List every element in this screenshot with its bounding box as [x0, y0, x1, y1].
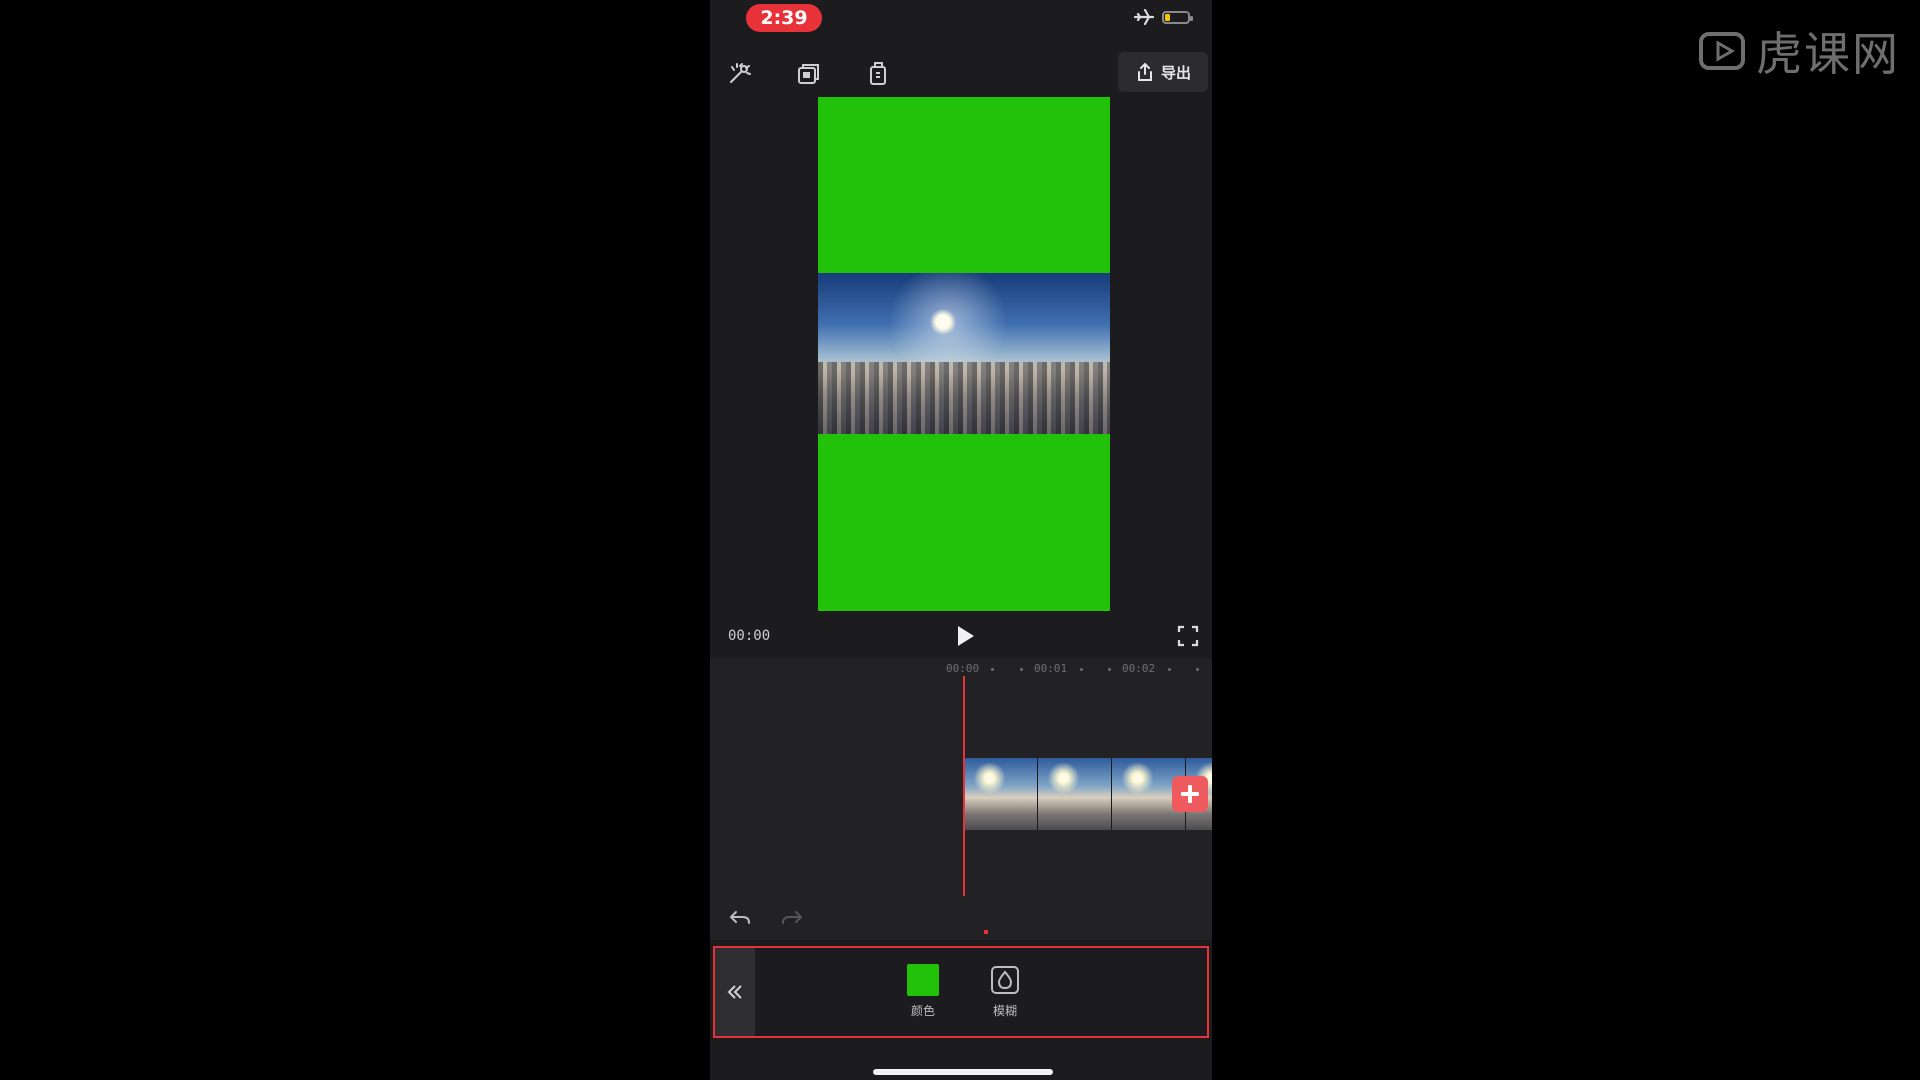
marker-dot: [984, 930, 988, 934]
green-color-swatch: [907, 964, 939, 996]
timeline-ruler: 00:00 00:01 00:02: [710, 658, 1212, 678]
double-chevron-left-icon: [727, 985, 742, 999]
crop-button[interactable]: [860, 56, 896, 92]
status-time: 2:39: [746, 4, 822, 32]
redo-icon[interactable]: [780, 908, 804, 928]
color-tool-button[interactable]: 颜色: [899, 964, 947, 1024]
screen: 虎课网 2:39 导出 00:00 00:00 00:01 00:02 颜色 模…: [0, 0, 1920, 1080]
ruler-dot: [1196, 668, 1199, 671]
color-tool-label: 颜色: [910, 1004, 935, 1018]
export-label: 导出: [1160, 63, 1191, 82]
clip-thumbnail: [1038, 758, 1112, 830]
airplane-mode-icon: [1134, 9, 1154, 25]
canvas-frame-icon: [798, 64, 819, 84]
status-bar: 2:39: [710, 0, 1212, 40]
blur-tool-label: 模糊: [992, 1004, 1017, 1018]
ruler-dot: [1080, 668, 1083, 671]
add-clip-button[interactable]: [1172, 776, 1208, 812]
watermark-logo-icon: [1699, 32, 1745, 70]
auto-enhance-button[interactable]: [722, 56, 758, 92]
ruler-label: 00:01: [1034, 662, 1068, 675]
watermark-text: 虎课网: [1756, 27, 1900, 81]
ruler-dot: [1168, 668, 1171, 671]
blur-icon: [991, 966, 1019, 994]
clip-thumbnail: [964, 758, 1038, 830]
background-tool-panel: 颜色 模糊: [713, 946, 1209, 1038]
video-preview[interactable]: [818, 97, 1110, 611]
editor-toolbar: 导出: [710, 48, 1212, 98]
playback-controls: 00:00: [710, 616, 1212, 656]
phone-screen: 2:39 导出 00:00 00:00 00:01 00:02 颜色 模糊: [710, 0, 1212, 1080]
current-timecode: 00:00: [728, 628, 771, 644]
export-button[interactable]: 导出: [1118, 52, 1208, 92]
ruler-dot: [991, 668, 994, 671]
cityscape: [818, 362, 1110, 434]
battery-level: [1165, 13, 1170, 21]
magic-wand-icon: [730, 63, 751, 83]
play-icon[interactable]: [952, 623, 978, 649]
canvas-button[interactable]: [790, 56, 826, 92]
fullscreen-icon[interactable]: [1176, 624, 1200, 648]
home-indicator[interactable]: [873, 1069, 1053, 1075]
undo-icon[interactable]: [728, 908, 752, 928]
ruler-label: 00:02: [1122, 662, 1156, 675]
crop-ratio-icon: [870, 62, 886, 85]
blur-tool-button[interactable]: 模糊: [981, 964, 1029, 1024]
ruler-label: 00:00: [946, 662, 980, 675]
battery-icon: [1162, 10, 1193, 24]
watermark: 虎课网: [1698, 18, 1900, 84]
ruler-dot: [1020, 668, 1023, 671]
sun: [930, 309, 956, 335]
status-icons: [1134, 9, 1193, 25]
playhead[interactable]: [963, 676, 965, 896]
city-sky-photo: [818, 273, 1110, 434]
collapse-button[interactable]: [715, 948, 755, 1036]
export-share-icon: [1137, 62, 1152, 81]
ruler-dot: [1108, 668, 1111, 671]
timeline[interactable]: 00:00 00:01 00:02: [710, 658, 1212, 940]
